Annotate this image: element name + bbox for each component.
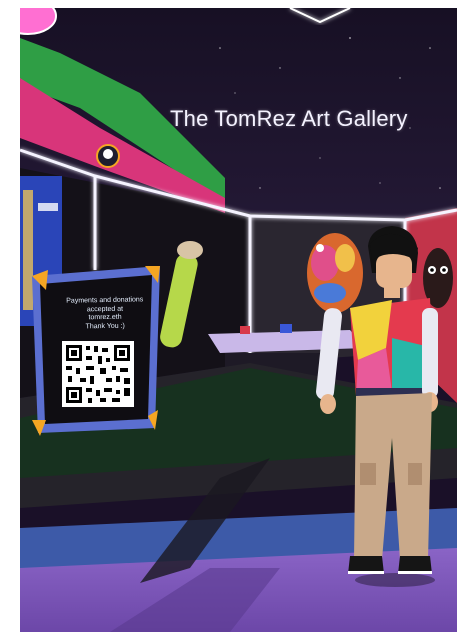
banner-icon <box>96 144 120 168</box>
avatar-shadow <box>355 573 435 587</box>
sign-line-4: Thank You :) <box>85 322 125 330</box>
game-viewport[interactable]: The TomRez Art Gallery Payments and dona… <box>20 8 457 632</box>
gallery-title: The TomRez Art Gallery <box>170 106 408 131</box>
avatar-right-arm <box>422 308 438 398</box>
qr-code <box>62 341 134 407</box>
sign-line-1: Payments and donations <box>66 296 144 305</box>
center-artwork <box>307 233 363 313</box>
donation-sign-text: Payments and donations accepted at tomre… <box>57 296 154 332</box>
qr-code-sign <box>32 266 160 436</box>
